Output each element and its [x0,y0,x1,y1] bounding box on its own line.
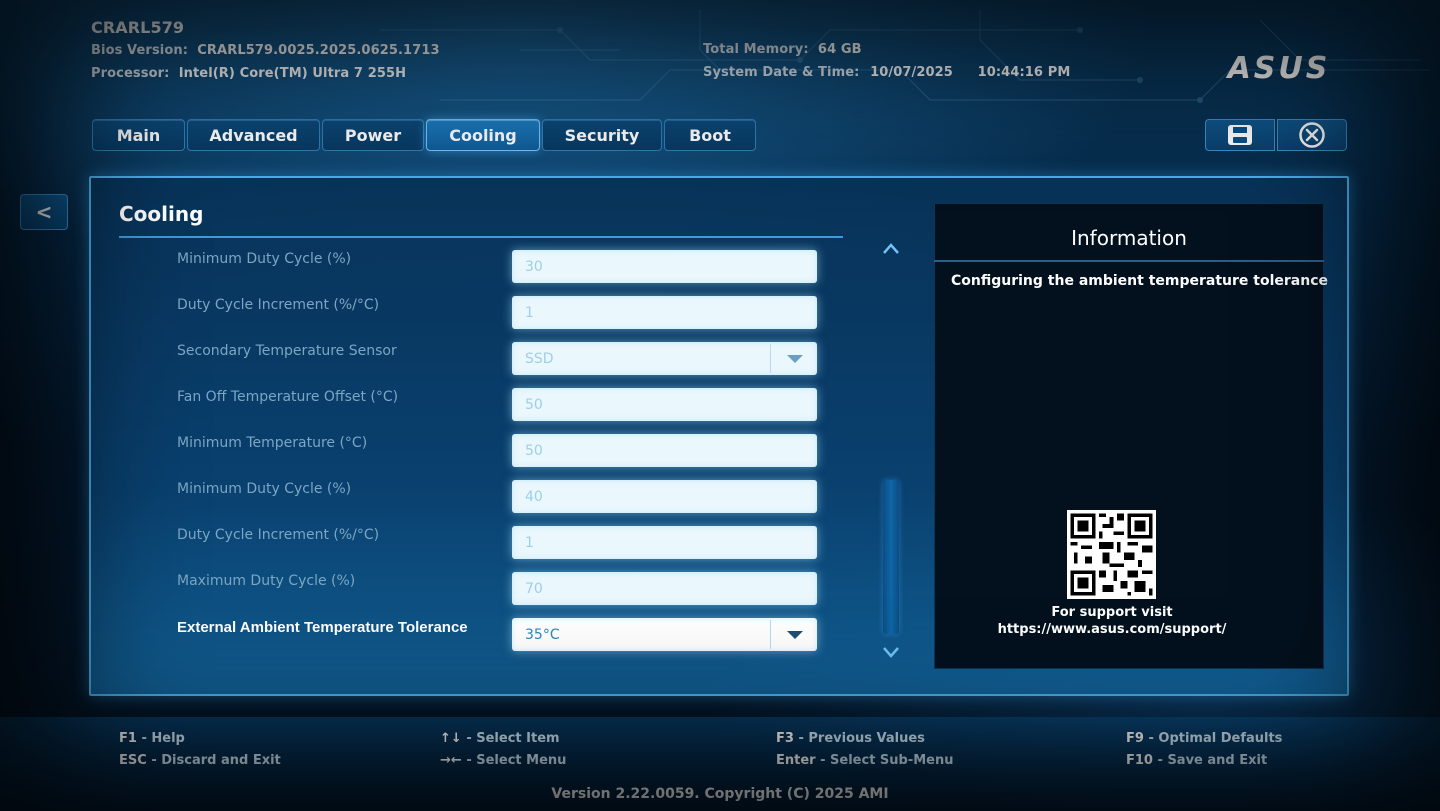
bios-version-label: Bios Version: [91,43,189,58]
page-title: Cooling [119,202,204,226]
min-duty-cycle-input[interactable]: 30 [512,250,817,283]
max-duty-cycle-input[interactable]: 70 [512,572,817,605]
version-copyright: Version 2.22.0059. Copyright (C) 2025 AM… [551,786,889,802]
duty-cycle-increment-input[interactable]: 1 [512,296,817,329]
information-title: Information [1071,226,1187,250]
key-name: F1 [119,731,137,746]
system-name: CRARL579 [91,18,185,37]
title-divider [119,236,843,238]
processor-value: Intel(R) Core(TM) Ultra 7 255H [178,66,407,81]
field-value: 40 [525,488,543,505]
bios-version-row: Bios Version: CRARL579.0025.2025.0625.17… [91,43,440,58]
field-value: 50 [525,396,543,413]
setting-label: Minimum Duty Cycle (%) [177,251,352,267]
min-temperature-input[interactable]: 50 [512,434,817,467]
floppy-disk-icon [1228,125,1252,145]
key-desc: Select Menu [476,753,567,768]
setting-label-selected: External Ambient Temperature Tolerance [177,619,468,636]
footer-key-select-menu: →← - Select Menu [440,753,567,768]
chevron-down-icon[interactable] [787,355,803,363]
field-value: 1 [525,304,534,321]
key-name: F3 [776,731,794,746]
footer-key-previous-values: F3 - Previous Values [776,731,925,746]
close-circle-icon [1299,122,1325,148]
field-value: 50 [525,442,543,459]
total-memory-value: 64 GB [817,42,862,57]
key-name: ↑↓ [440,731,462,746]
key-name: →← [440,753,462,768]
back-button[interactable]: < [20,194,68,230]
tab-main[interactable]: Main [92,119,185,151]
system-datetime-row: System Date & Time: 10/07/2025 10:44:16 … [703,65,1070,80]
footer-key-select-submenu: Enter - Select Sub-Menu [776,753,954,768]
tab-boot[interactable]: Boot [664,119,756,151]
key-name: F9 [1126,731,1144,746]
setting-label: Fan Off Temperature Offset (°C) [177,389,399,405]
footer-key-save-exit: F10 - Save and Exit [1126,753,1268,768]
information-divider [934,260,1324,262]
field-value: 30 [525,258,543,275]
total-memory-label: Total Memory: [703,42,809,57]
information-description: Configuring the ambient temperature tole… [951,273,1328,289]
support-text: For support visit [1051,605,1173,620]
key-desc: Help [151,731,185,746]
system-time-value: 10:44:16 PM [977,65,1071,80]
svg-text:ASUS: ASUS [1226,52,1331,82]
field-value: 70 [525,580,543,597]
scrollbar-thumb[interactable] [883,480,899,634]
ambient-temp-tolerance-dropdown[interactable]: 35°C [512,618,817,651]
footer-key-select-item: ↑↓ - Select Item [440,731,560,746]
key-name: Enter [776,753,816,768]
field-value: 35°C [525,626,560,643]
footer-key-help: F1 - Help [119,731,185,746]
fan-off-temp-offset-input[interactable]: 50 [512,388,817,421]
system-datetime-label: System Date & Time: [703,65,860,80]
tab-advanced[interactable]: Advanced [187,119,320,151]
setting-label: Duty Cycle Increment (%/°C) [177,297,380,313]
support-qr-code [1067,510,1156,599]
setting-label: Duty Cycle Increment (%/°C) [177,527,380,543]
bios-version-value: CRARL579.0025.2025.0625.1713 [197,43,440,58]
key-desc: Select Sub-Menu [830,753,954,768]
scroll-down-icon[interactable] [882,643,900,661]
chevron-down-icon[interactable] [787,631,803,639]
tab-security[interactable]: Security [542,119,662,151]
support-url: https://www.asus.com/support/ [997,622,1227,637]
key-desc: Save and Exit [1167,753,1268,768]
min-duty-cycle-input-2[interactable]: 40 [512,480,817,513]
exit-button[interactable] [1277,119,1347,151]
setting-label: Minimum Temperature (°C) [177,435,368,451]
setting-label: Maximum Duty Cycle (%) [177,573,356,589]
dropdown-divider [770,620,771,649]
key-desc: Select Item [476,731,560,746]
field-value: 1 [525,534,534,551]
tab-cooling[interactable]: Cooling [426,119,540,151]
save-button[interactable] [1205,119,1275,151]
processor-row: Processor: Intel(R) Core(TM) Ultra 7 255… [91,66,406,81]
asus-logo: ASUS [1226,52,1331,82]
key-name: ESC [119,753,147,768]
total-memory-row: Total Memory: 64 GB [703,42,862,57]
key-desc: Optimal Defaults [1158,731,1283,746]
tab-power[interactable]: Power [322,119,424,151]
field-value: SSD [525,350,554,367]
key-desc: Previous Values [808,731,925,746]
key-name: F10 [1126,753,1153,768]
duty-cycle-increment-input-2[interactable]: 1 [512,526,817,559]
setting-label: Minimum Duty Cycle (%) [177,481,352,497]
processor-label: Processor: [91,66,170,81]
secondary-temp-sensor-dropdown[interactable]: SSD [512,342,817,375]
setting-label: Secondary Temperature Sensor [177,343,397,359]
footer-key-optimal-defaults: F9 - Optimal Defaults [1126,731,1283,746]
scroll-up-icon[interactable] [882,240,900,258]
footer-key-discard-exit: ESC - Discard and Exit [119,753,281,768]
key-desc: Discard and Exit [161,753,281,768]
dropdown-divider [770,344,771,373]
system-date-value: 10/07/2025 [870,65,953,80]
